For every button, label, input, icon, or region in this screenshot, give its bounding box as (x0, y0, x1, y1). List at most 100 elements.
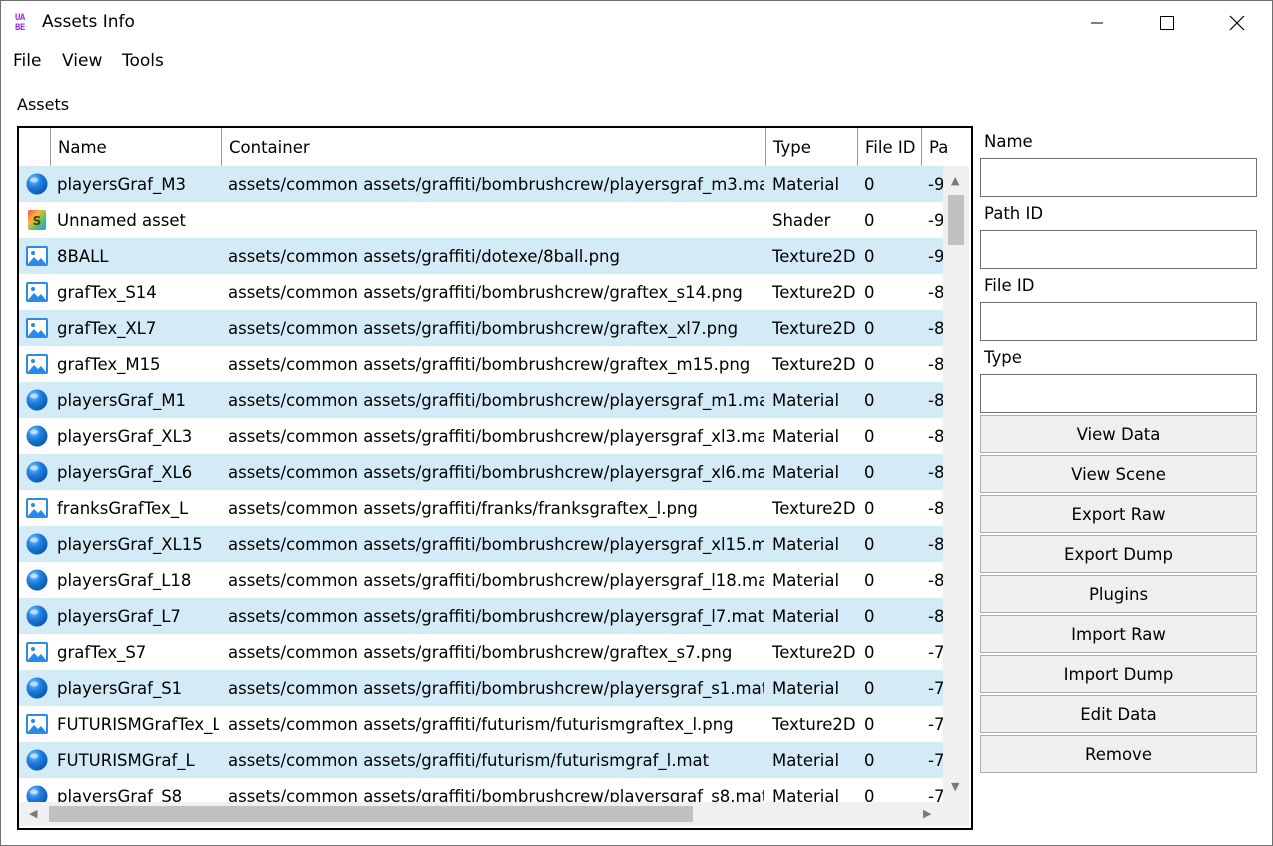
cell-type: Material (772, 535, 840, 554)
export-dump-button[interactable]: Export Dump (980, 535, 1257, 573)
table-row[interactable]: playersGraf_XL6 assets/common assets/graf… (19, 454, 943, 490)
cell-path-id: -9 (928, 211, 943, 230)
cell-container: assets/common assets/graffiti/bombrushcr… (228, 571, 764, 590)
texture-image-icon (25, 641, 49, 663)
material-sphere-icon (25, 461, 49, 483)
cell-name: FUTURISMGrafTex_L (57, 715, 219, 734)
close-icon (1229, 15, 1245, 31)
cell-type: Texture2D (772, 355, 856, 374)
vertical-scrollbar[interactable]: ▲ ▼ (943, 166, 969, 802)
header-file-id[interactable]: File ID (858, 128, 922, 166)
cell-path-id: -7 (928, 715, 943, 734)
view-scene-button[interactable]: View Scene (980, 455, 1257, 493)
shader-icon: S (25, 209, 49, 231)
title-bar: UA BE Assets Info (1, 1, 1272, 45)
cell-type: Material (772, 175, 840, 194)
table-row[interactable]: grafTex_XL7 assets/common assets/graffiti… (19, 310, 943, 346)
cell-name: playersGraf_XL15 (57, 535, 203, 554)
header-container[interactable]: Container (222, 128, 766, 166)
cell-name: playersGraf_XL6 (57, 463, 193, 482)
cell-container: assets/common assets/graffiti/bombrushcr… (228, 427, 764, 446)
cell-type: Material (772, 391, 840, 410)
cell-type: Material (772, 571, 840, 590)
material-sphere-icon (25, 785, 49, 802)
cell-path-id: -8 (928, 355, 943, 374)
cell-container: assets/common assets/graffiti/bombrushcr… (228, 787, 764, 802)
import-raw-button[interactable]: Import Raw (980, 615, 1257, 653)
scroll-up-icon[interactable]: ▲ (951, 174, 959, 187)
scroll-left-icon[interactable]: ◀ (29, 807, 37, 820)
table-row[interactable]: playersGraf_L7 assets/common assets/graff… (19, 598, 943, 634)
maximize-button[interactable] (1132, 1, 1202, 45)
close-button[interactable] (1202, 1, 1272, 45)
grid-header: Name Container Type File ID Pa (19, 128, 969, 167)
minimize-button[interactable] (1062, 1, 1132, 45)
file-id-label: File ID (984, 276, 1035, 295)
texture-image-icon (25, 353, 49, 375)
table-row[interactable]: FUTURISMGrafTex_L assets/common assets/gr… (19, 706, 943, 742)
header-type[interactable]: Type (766, 128, 858, 166)
table-row[interactable]: playersGraf_L18 assets/common assets/graf… (19, 562, 943, 598)
header-icon-column[interactable] (19, 128, 51, 166)
file-id-field[interactable] (980, 302, 1257, 341)
cell-file-id: 0 (864, 427, 875, 446)
table-row[interactable]: grafTex_S14 assets/common assets/graffiti… (19, 274, 943, 310)
cell-name: playersGraf_S1 (57, 679, 183, 698)
scroll-right-icon[interactable]: ▶ (923, 807, 931, 820)
path-id-field[interactable] (980, 230, 1257, 269)
material-sphere-icon (25, 389, 49, 411)
cell-container: assets/common assets/graffiti/bombrushcr… (228, 283, 743, 302)
table-row[interactable]: franksGrafTex_L assets/common assets/graf… (19, 490, 943, 526)
table-row[interactable]: playersGraf_XL15 assets/common assets/gra… (19, 526, 943, 562)
cell-container: assets/common assets/graffiti/bombrushcr… (228, 643, 733, 662)
table-row[interactable]: playersGraf_XL3 assets/common assets/graf… (19, 418, 943, 454)
cell-name: playersGraf_L7 (57, 607, 181, 626)
remove-button[interactable]: Remove (980, 735, 1257, 773)
table-row[interactable]: grafTex_M15 assets/common assets/graffiti… (19, 346, 943, 382)
menu-tools[interactable]: Tools (122, 51, 164, 71)
view-data-button[interactable]: View Data (980, 415, 1257, 453)
table-row[interactable]: FUTURISMGraf_L assets/common assets/graff… (19, 742, 943, 778)
cell-file-id: 0 (864, 175, 875, 194)
cell-name: grafTex_S7 (57, 643, 147, 662)
edit-data-button[interactable]: Edit Data (980, 695, 1257, 733)
cell-file-id: 0 (864, 283, 875, 302)
cell-path-id: -8 (928, 391, 943, 410)
table-row[interactable]: playersGraf_M3 assets/common assets/graff… (19, 166, 943, 202)
cell-file-id: 0 (864, 571, 875, 590)
plugins-button[interactable]: Plugins (980, 575, 1257, 613)
cell-path-id: -7 (928, 751, 943, 770)
texture-image-icon (25, 713, 49, 735)
cell-file-id: 0 (864, 607, 875, 626)
cell-path-id: -7 (928, 643, 943, 662)
app-icon-text-line2: BE (15, 23, 25, 33)
table-row[interactable]: grafTex_S7 assets/common assets/graffiti/… (19, 634, 943, 670)
table-row[interactable]: playersGraf_S1 assets/common assets/graff… (19, 670, 943, 706)
cell-name: 8BALL (57, 247, 109, 266)
horizontal-scroll-thumb[interactable] (49, 806, 693, 822)
table-row[interactable]: 8BALL assets/common assets/graffiti/dotex… (19, 238, 943, 274)
header-path-id[interactable]: Pa (922, 128, 969, 166)
table-row[interactable]: playersGraf_M1 assets/common assets/graff… (19, 382, 943, 418)
cell-file-id: 0 (864, 643, 875, 662)
cell-file-id: 0 (864, 463, 875, 482)
export-raw-button[interactable]: Export Raw (980, 495, 1257, 533)
vertical-scroll-thumb[interactable] (948, 195, 964, 245)
import-dump-button[interactable]: Import Dump (980, 655, 1257, 693)
scroll-down-icon[interactable]: ▼ (951, 780, 959, 793)
menu-view[interactable]: View (62, 51, 102, 71)
cell-name: playersGraf_S8 (57, 787, 183, 802)
material-sphere-icon (25, 569, 49, 591)
menu-file[interactable]: File (13, 51, 41, 71)
name-field[interactable] (980, 158, 1257, 197)
table-row[interactable]: S Unnamed asset Shader 0 -9 (19, 202, 943, 238)
horizontal-scrollbar[interactable]: ◀ ▶ (19, 802, 969, 826)
table-row[interactable]: playersGraf_S8 assets/common assets/graff… (19, 778, 943, 802)
material-sphere-icon (25, 677, 49, 699)
header-name[interactable]: Name (51, 128, 222, 166)
minimize-icon (1091, 22, 1103, 24)
assets-grid[interactable]: Name Container Type File ID Pa playersGr… (17, 126, 973, 830)
type-field[interactable] (980, 374, 1257, 413)
cell-file-id: 0 (864, 391, 875, 410)
path-id-label: Path ID (984, 204, 1044, 223)
